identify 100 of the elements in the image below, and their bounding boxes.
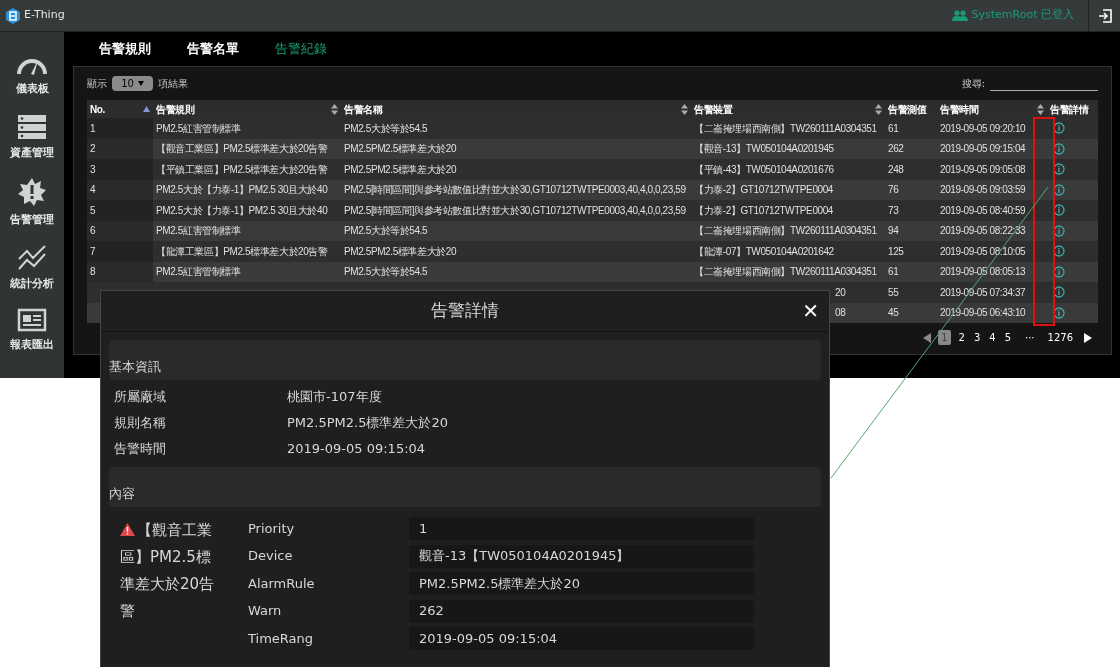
alert-message: 【觀音工業區】PM2.5標準差大於20告警: [120, 520, 216, 622]
dialog-title: 告警詳情: [431, 299, 499, 323]
column-header[interactable]: 告警名稱: [344, 101, 383, 117]
section-header: 基本資訊: [109, 340, 821, 380]
info-icon[interactable]: [1053, 122, 1065, 135]
logo-icon: [6, 7, 20, 24]
table-cell: 1: [87, 118, 153, 139]
table-cell-text: 【觀音工業區】PM2.5標準差大於20告警: [155, 142, 329, 157]
info-icon[interactable]: [1053, 265, 1065, 278]
table-cell-text: PM2.5大於等於54.5: [343, 121, 429, 136]
next-page-icon[interactable]: [1084, 332, 1092, 343]
table-cell-text: 【力泰-2】GT10712TWTPE0004: [693, 183, 835, 198]
table-cell-text: 73: [887, 203, 900, 218]
field-value: 桃園市-107年度: [287, 387, 382, 406]
field-value: 2019-09-05 09:15:04: [409, 627, 754, 650]
sidebar-item[interactable]: 告警管理: [0, 177, 64, 229]
table-cell-text: 61: [887, 121, 900, 136]
sidebar-item[interactable]: 統計分析: [0, 244, 64, 292]
sort-icon[interactable]: [681, 103, 688, 115]
show-label: 顯示: [87, 77, 107, 91]
logout-icon: [1097, 8, 1112, 23]
table-cell-text: 【平鎮-43】TW050104A0201676: [693, 162, 835, 177]
table-cell: 3: [87, 159, 153, 180]
close-button[interactable]: ✕: [802, 299, 819, 323]
info-icon[interactable]: [1053, 306, 1065, 319]
table-cell-text: PM2.5PM2.5標準差大於20: [343, 162, 458, 177]
info-icon[interactable]: [1053, 204, 1065, 217]
table-cell-text: PM2.5紅害管制標準: [155, 224, 242, 239]
column-header[interactable]: 告警詳情: [1050, 101, 1089, 117]
info-icon[interactable]: [1053, 224, 1065, 237]
table-cell-text: PM2.5[時間區間]與參考站數值比對並大於30,GT10712TWTPE0003,40,4,0,0,23,59: [343, 203, 687, 218]
previous-page-icon[interactable]: [923, 332, 932, 343]
field-label: TimeRang: [247, 629, 315, 648]
field-value: PM2.5PM2.5標準差大於20: [409, 572, 754, 595]
table-cell-text: 94: [887, 224, 900, 239]
sort-icon[interactable]: [1037, 103, 1044, 115]
column-header[interactable]: No.: [90, 101, 105, 117]
table-cell-text: 【二崙掩埋場西南側】TW260111A0304351: [693, 121, 878, 136]
table-cell-text: 2019-09-05 09:03:59: [939, 183, 1027, 198]
pagination-ellipsis: ···: [1024, 331, 1036, 345]
page-size-select[interactable]: 10: [112, 76, 153, 91]
table-cell-text: 125: [887, 244, 905, 259]
sort-icon[interactable]: [331, 103, 338, 115]
table-cell-text: 2019-09-05 09:15:04: [939, 142, 1027, 157]
tab[interactable]: 告警紀錄: [275, 39, 327, 59]
column-header[interactable]: 告警測值: [888, 101, 927, 117]
table-cell-text: 2019-09-05 07:34:37: [939, 285, 1027, 300]
field-label: Device: [247, 547, 294, 566]
table-cell-text: 【二崙掩埋場西南側】TW260111A0304351: [693, 224, 878, 239]
page-link[interactable]: 5: [1003, 330, 1012, 345]
field-label: AlarmRule: [247, 574, 316, 593]
table-cell-text: PM2.5大於【力泰-1】PM2.5 30且大於40: [155, 183, 329, 198]
app-title: E-Thing: [24, 7, 65, 24]
field-value: 262: [409, 599, 754, 623]
table-cell-text: 【龍潭工業區】PM2.5標準差大於20告警: [155, 244, 329, 259]
caret-icon: [137, 81, 144, 86]
tab[interactable]: 告警規則: [99, 39, 151, 59]
column-header[interactable]: 告警裝置: [694, 101, 733, 117]
info-icon[interactable]: [1053, 142, 1065, 155]
page-link[interactable]: 4: [988, 330, 997, 345]
sidebar-item[interactable]: 報表匯出: [0, 308, 64, 354]
sidebar-item[interactable]: 資產管理: [0, 113, 64, 161]
info-icon[interactable]: [1053, 245, 1065, 258]
table-cell: 6: [87, 220, 153, 241]
table-cell-text: PM2.5[時間區間]與參考站數值比對並大於30,GT10712TWTPE0003,40,4,0,0,23,59: [343, 183, 687, 198]
user-status: SystemRoot 已登入: [971, 7, 1074, 24]
section-header: 內容: [109, 467, 821, 507]
column-header[interactable]: 告警時間: [940, 101, 979, 117]
sort-ascending-icon[interactable]: [143, 106, 150, 112]
table-cell: 2: [87, 138, 153, 159]
page-link[interactable]: 1276: [1047, 330, 1077, 345]
entries-label: 項結果: [158, 77, 188, 91]
field-label: Priority: [247, 519, 296, 538]
info-icon[interactable]: [1053, 183, 1065, 196]
table-cell-text: 【二崙掩埋場西南側】TW260111A0304351: [693, 265, 878, 280]
sort-icon[interactable]: [875, 103, 882, 115]
page-link[interactable]: 2: [957, 330, 966, 345]
table-cell-text: 【平鎮工業區】PM2.5標準差大於20告警: [155, 162, 329, 177]
table-cell-text: 【龍潭-07】TW050104A0201642: [693, 244, 835, 259]
info-icon[interactable]: [1053, 286, 1065, 299]
table-cell-text: 20: [835, 285, 846, 300]
table-cell: 8: [87, 261, 153, 282]
table-cell-text: 08: [835, 306, 846, 321]
page-link[interactable]: 3: [972, 330, 982, 345]
field-label: 所屬廠域: [113, 387, 167, 406]
sidebar-item[interactable]: 儀表板: [0, 54, 64, 98]
newspaper-icon: [17, 308, 47, 332]
table-cell-text: 61: [887, 265, 900, 280]
search-label: 搜尋:: [961, 77, 985, 91]
column-header[interactable]: 告警規則: [156, 101, 195, 117]
table-cell: 5: [87, 200, 153, 221]
table-cell-text: PM2.5紅害管制標準: [155, 121, 242, 136]
table-cell: 4: [87, 179, 153, 200]
table-cell-text: 248: [887, 162, 905, 177]
table-cell-text: 55: [887, 285, 900, 300]
table-cell-text: 【力泰-2】GT10712TWTPE0004: [693, 203, 835, 218]
line-chart-icon: [17, 244, 47, 271]
info-icon[interactable]: [1053, 163, 1065, 176]
field-label: 告警時間: [113, 439, 167, 458]
tab[interactable]: 告警名單: [187, 39, 239, 59]
